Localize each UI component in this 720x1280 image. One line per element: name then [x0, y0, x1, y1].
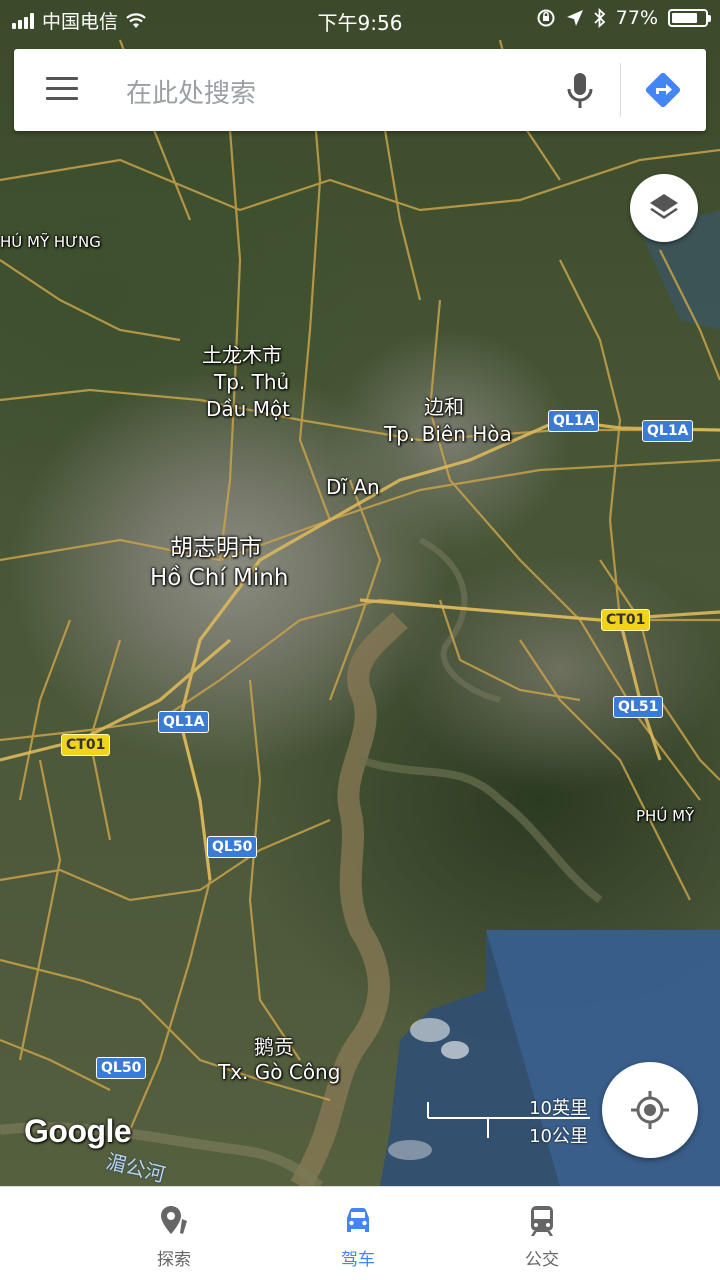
road-shield-ql1a: QL1A [642, 420, 694, 442]
google-logo: Google [24, 1113, 132, 1149]
road-shield-ql50: QL50 [96, 1057, 147, 1079]
map-label-thu-dau-mot-vn-line1[interactable]: Tp. Thủ [214, 371, 289, 394]
layers-button[interactable] [630, 174, 698, 242]
map-label-phu-my[interactable]: PHÚ MỸ [636, 808, 694, 825]
map-label-bien-hoa-vn[interactable]: Tp. Biên Hòa [384, 423, 512, 446]
map-label-hcm-vn[interactable]: Hồ Chí Minh [150, 565, 288, 592]
search-bar[interactable]: 在此处搜索 [14, 49, 706, 131]
scale-imperial-label: 10英里 [529, 1098, 588, 1119]
map-label-hcm-cn[interactable]: 胡志明市 [170, 535, 262, 562]
road-shield-ql50: QL50 [207, 836, 258, 858]
road-shield-ql51: QL51 [613, 696, 664, 718]
tab-transit-label: 公交 [525, 1250, 559, 1270]
map-view[interactable]: HÚ MỸ HƯNG 土龙木市 Tp. Thủ Dầu Một 边和 Tp. B… [0, 0, 720, 1186]
train-icon [531, 1206, 553, 1236]
scale-bar: 10英里 10公里 [424, 1094, 594, 1147]
microphone-icon[interactable] [562, 71, 598, 111]
directions-icon[interactable] [642, 69, 684, 111]
location-arrow-icon [566, 10, 583, 26]
map-label-di-an[interactable]: Dĩ An [326, 476, 380, 499]
explore-pin-icon [161, 1206, 187, 1234]
car-icon [347, 1208, 369, 1232]
map-label-bien-hoa-cn[interactable]: 边和 [424, 396, 464, 419]
search-input[interactable]: 在此处搜索 [126, 73, 256, 110]
battery-icon [668, 9, 711, 27]
road-shield-ct01: CT01 [61, 734, 111, 756]
scale-metric-label: 10公里 [529, 1126, 588, 1147]
tab-transit[interactable]: 公交 [422, 1187, 662, 1280]
road-shield-ct01: CT01 [601, 609, 651, 631]
bluetooth-icon [594, 8, 606, 28]
bottom-navigation: 探索 驾车 公交 [0, 1186, 720, 1280]
map-label-go-cong-vn[interactable]: Tx. Gò Công [218, 1061, 340, 1084]
road-shield-ql1a: QL1A [158, 711, 210, 733]
map-terrain [0, 39, 720, 1186]
orientation-lock-icon [537, 9, 555, 27]
my-location-button[interactable] [602, 1062, 698, 1158]
battery-percent: 77% [615, 7, 658, 29]
map-label-go-cong-cn[interactable]: 鹅贡 [254, 1036, 294, 1059]
layers-icon [650, 194, 678, 219]
status-bar: 中国电信 下午9:56 77% [0, 0, 720, 36]
crosshair-icon [631, 1091, 669, 1129]
map-label-thu-dau-mot-cn[interactable]: 土龙木市 [202, 344, 282, 367]
road-shield-ql1a: QL1A [548, 410, 600, 432]
search-divider [620, 63, 621, 117]
map-label-thu-dau-mot-vn-line2[interactable]: Dầu Một [206, 398, 290, 421]
map-label-phu-my-hung[interactable]: HÚ MỸ HƯNG [0, 234, 101, 251]
menu-icon[interactable] [46, 77, 78, 103]
